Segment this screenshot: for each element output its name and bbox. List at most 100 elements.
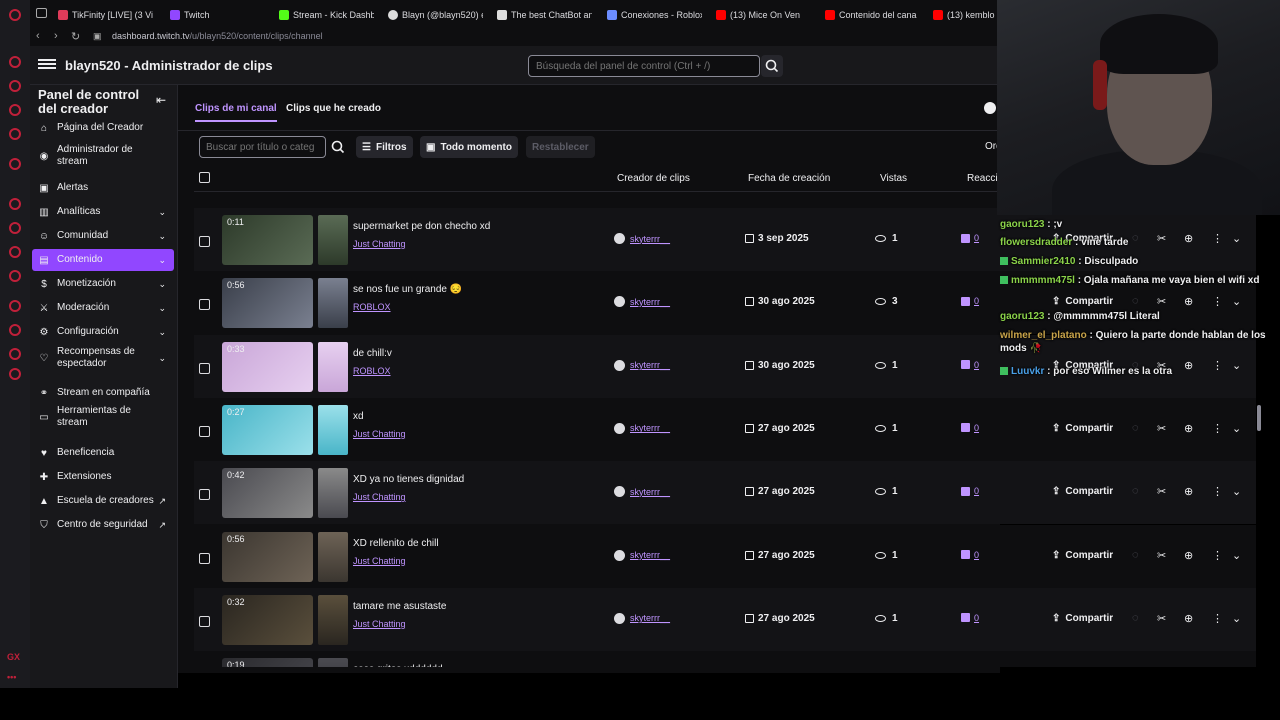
select-all-checkbox[interactable] bbox=[199, 172, 210, 183]
collapse-nav-icon[interactable]: ⇤ bbox=[156, 93, 166, 107]
chevron-down-icon[interactable]: ⌄ bbox=[1232, 485, 1241, 498]
sidebar-item-monetización[interactable]: $ Monetización ⌄ bbox=[32, 273, 174, 295]
share-button[interactable]: ⇪ Compartir bbox=[1052, 550, 1113, 561]
browser-tab[interactable]: Twitch bbox=[170, 6, 265, 24]
clip-category-link[interactable]: Just Chatting bbox=[353, 492, 406, 502]
sidebar-app-icon[interactable] bbox=[9, 222, 21, 234]
clip-creator-link[interactable]: skyterrr__ bbox=[614, 422, 670, 434]
browser-tab[interactable]: (13) Mice On Ven bbox=[716, 6, 811, 24]
sidebar-item-escuela-de-creadores[interactable]: ▲ Escuela de creadores ↗ bbox=[32, 490, 174, 512]
clip-creator-link[interactable]: skyterrr__ bbox=[614, 359, 670, 371]
column-date[interactable]: Fecha de creación bbox=[748, 173, 830, 184]
sidebar-item-analíticas[interactable]: ▥ Analíticas ⌄ bbox=[32, 201, 174, 223]
clip-likes-link[interactable]: 0 bbox=[961, 296, 979, 306]
sidebar-item-página-del-creador[interactable]: ⌂ Página del Creador bbox=[32, 117, 174, 139]
clip-creator-link[interactable]: skyterrr__ bbox=[614, 549, 670, 561]
browser-tab[interactable]: TikFinity [LIVE] (3 Vi bbox=[58, 6, 153, 24]
clip-title[interactable]: xd bbox=[353, 411, 364, 422]
reset-button[interactable]: Restablecer bbox=[526, 136, 595, 158]
clip-likes-link[interactable]: 0 bbox=[961, 613, 979, 623]
row-checkbox[interactable] bbox=[199, 236, 210, 247]
browser-tab[interactable]: The best ChatBot an bbox=[497, 6, 592, 24]
clip-likes-link[interactable]: 0 bbox=[961, 486, 979, 496]
scissors-icon[interactable]: ✂ bbox=[1157, 612, 1166, 625]
clip-likes-link[interactable]: 0 bbox=[961, 423, 979, 433]
clip-title[interactable]: de chill:v bbox=[353, 348, 392, 359]
tab-clips-i-created[interactable]: Clips que he creado bbox=[286, 103, 381, 114]
forward-icon[interactable]: › bbox=[54, 30, 58, 42]
sidebar-app-icon[interactable] bbox=[9, 348, 21, 360]
row-checkbox[interactable] bbox=[199, 299, 210, 311]
share-button[interactable]: ⇪ Compartir bbox=[1052, 613, 1113, 624]
more-options-icon[interactable]: ⋮ bbox=[1212, 485, 1223, 498]
scissors-icon[interactable]: ✂ bbox=[1157, 422, 1166, 435]
row-checkbox[interactable] bbox=[199, 615, 210, 627]
gx-icon[interactable]: GX bbox=[7, 652, 20, 662]
sidebar-item-moderación[interactable]: ⚔ Moderación ⌄ bbox=[32, 297, 174, 319]
table-row[interactable]: 0:19 esos gritos xdddddd bbox=[194, 651, 1256, 668]
tab-my-channel-clips[interactable]: Clips de mi canal bbox=[195, 103, 277, 122]
sidebar-app-icon[interactable] bbox=[9, 270, 21, 282]
table-row[interactable]: 0:32 tamare me asustaste Just Chatting skyt… bbox=[194, 587, 1256, 651]
clip-title[interactable]: XD rellenito de chill bbox=[353, 538, 439, 549]
opera-logo-icon[interactable] bbox=[9, 9, 21, 21]
tab-overview-icon[interactable] bbox=[36, 8, 47, 18]
sidebar-app-icon[interactable] bbox=[9, 300, 21, 312]
info-icon[interactable] bbox=[984, 102, 996, 114]
sidebar-item-beneficencia[interactable]: ♥ Beneficencia bbox=[32, 442, 174, 464]
clip-search-button[interactable] bbox=[328, 136, 348, 158]
sidebar-item-contenido[interactable]: ▤ Contenido ⌄ bbox=[32, 249, 174, 271]
sidebar-app-icon[interactable] bbox=[9, 198, 21, 210]
clip-creator-link[interactable]: skyterrr__ bbox=[614, 296, 670, 308]
clip-title[interactable]: XD ya no tienes dignidad bbox=[353, 474, 464, 485]
loading-icon[interactable]: ◌ bbox=[1132, 422, 1139, 434]
sidebar-item-extensiones[interactable]: ✚ Extensiones bbox=[32, 466, 174, 488]
sidebar-app-icon[interactable] bbox=[9, 158, 21, 170]
time-range-button[interactable]: ▣ Todo momento bbox=[420, 136, 518, 158]
clip-title[interactable]: se nos fue un grande 😔 bbox=[353, 284, 462, 295]
row-checkbox[interactable] bbox=[199, 425, 210, 437]
table-row[interactable]: 0:42 XD ya no tienes dignidad Just Chattin… bbox=[194, 461, 1256, 525]
more-options-icon[interactable]: ⋮ bbox=[1212, 549, 1223, 562]
browser-tab[interactable]: Blayn (@blayn520) e bbox=[388, 6, 483, 24]
clip-category-link[interactable]: ROBLOX bbox=[353, 366, 391, 376]
clip-category-link[interactable]: Just Chatting bbox=[353, 429, 406, 439]
sidebar-item-recompensas-de-espectador[interactable]: ♡ Recompensas de espectador ⌄ bbox=[32, 345, 174, 371]
row-checkbox[interactable] bbox=[199, 362, 210, 374]
scissors-icon[interactable]: ✂ bbox=[1157, 549, 1166, 562]
reload-icon[interactable]: ↻ bbox=[71, 30, 80, 43]
more-options-icon[interactable]: ⋮ bbox=[1212, 422, 1223, 435]
sidebar-item-herramientas-de-stream[interactable]: ▭ Herramientas de stream bbox=[32, 405, 174, 428]
url-field[interactable]: dashboard.twitch.tv/u/blayn520/content/c… bbox=[112, 31, 323, 41]
share-button[interactable]: ⇪ Compartir bbox=[1052, 486, 1113, 497]
sidebar-app-icon[interactable] bbox=[9, 324, 21, 336]
scissors-icon[interactable]: ✂ bbox=[1157, 485, 1166, 498]
clip-creator-link[interactable]: skyterrr__ bbox=[614, 612, 670, 624]
loading-icon[interactable]: ◌ bbox=[1132, 612, 1139, 624]
sidebar-item-comunidad[interactable]: ☺ Comunidad ⌄ bbox=[32, 225, 174, 247]
back-icon[interactable]: ‹ bbox=[36, 30, 40, 42]
clip-likes-link[interactable]: 0 bbox=[961, 550, 979, 560]
add-circle-icon[interactable]: ⊕ bbox=[1184, 485, 1193, 498]
clip-category-link[interactable]: Just Chatting bbox=[353, 619, 406, 629]
chevron-down-icon[interactable]: ⌄ bbox=[1232, 549, 1241, 562]
column-creator[interactable]: Creador de clips bbox=[617, 173, 690, 184]
clip-creator-link[interactable]: skyterrr__ bbox=[614, 233, 670, 244]
sidebar-item-administrador-de-stream[interactable]: ◉ Administrador de stream bbox=[32, 143, 174, 169]
sidebar-app-icon[interactable] bbox=[9, 246, 21, 258]
sidebar-item-alertas[interactable]: ▣ Alertas bbox=[32, 177, 174, 199]
sidebar-item-stream-en-compañía[interactable]: ⚭ Stream en compañía bbox=[32, 382, 174, 404]
browser-tab[interactable]: Conexiones - Roblox bbox=[607, 6, 702, 24]
more-icon[interactable]: ••• bbox=[7, 672, 16, 682]
clip-likes-link[interactable]: 0 bbox=[961, 233, 979, 243]
clip-title[interactable]: supermarket pe don checho xd bbox=[353, 221, 490, 232]
clip-search-input[interactable] bbox=[199, 136, 326, 158]
column-reactions[interactable]: Reacci bbox=[967, 173, 998, 184]
row-checkbox[interactable] bbox=[199, 489, 210, 501]
clip-creator-link[interactable]: skyterrr__ bbox=[614, 486, 670, 498]
table-row[interactable]: 0:56 XD rellenito de chill Just Chatting sk… bbox=[194, 524, 1256, 588]
browser-tab[interactable]: (13) kemblo w bbox=[933, 6, 999, 24]
column-views[interactable]: Vistas bbox=[880, 173, 907, 184]
loading-icon[interactable]: ◌ bbox=[1132, 549, 1139, 561]
table-row[interactable]: 0:27 xd Just Chatting skyterrr__ 27 ago 2025… bbox=[194, 397, 1256, 461]
